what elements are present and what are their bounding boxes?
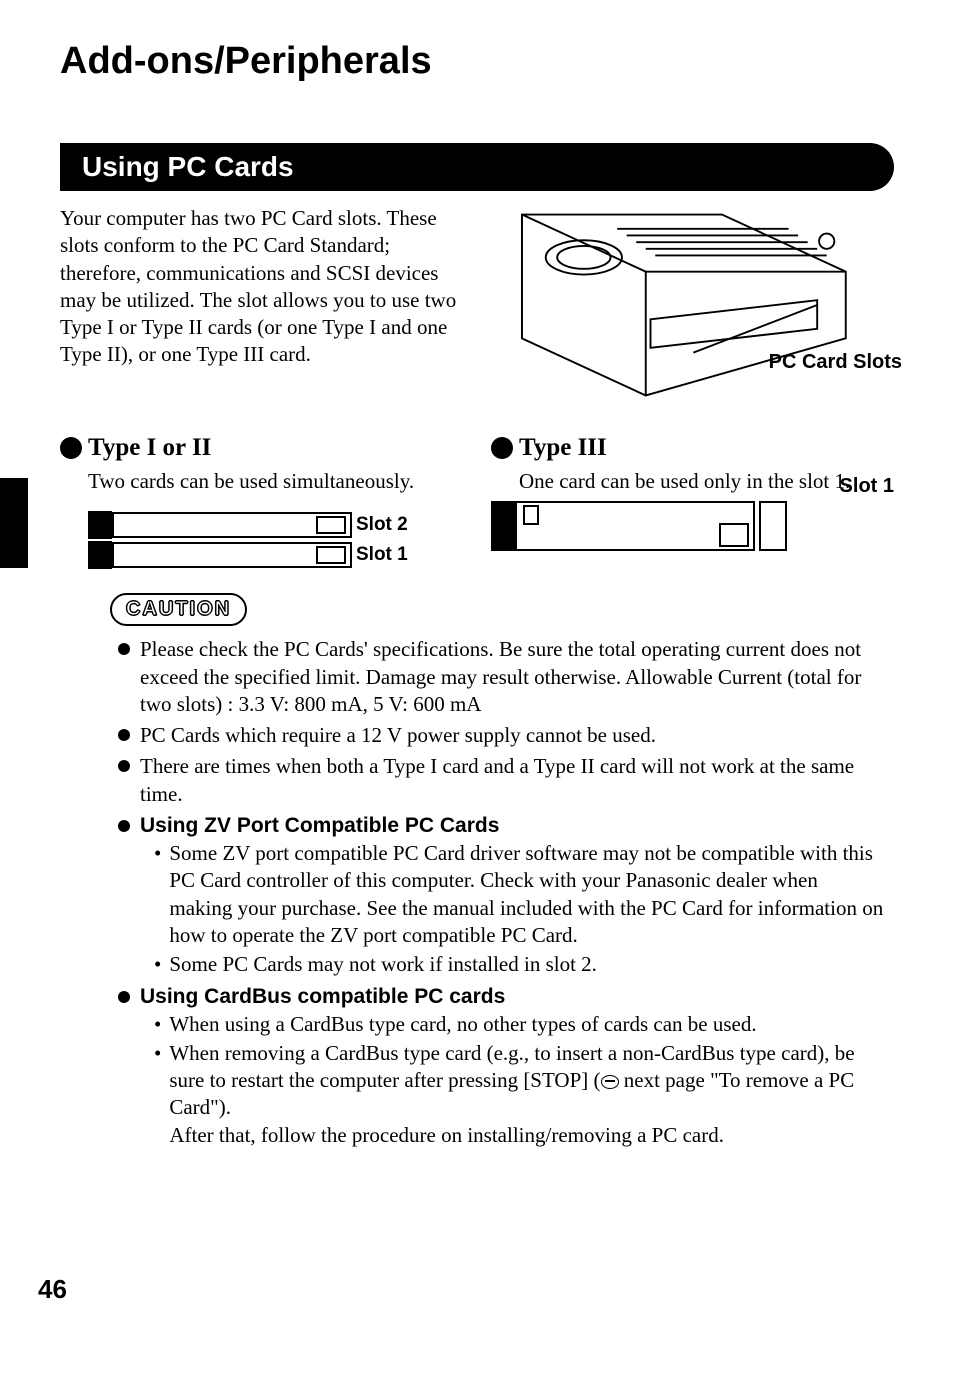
type-3-slot-1-label: Slot 1 <box>840 475 894 498</box>
bullet-dot-icon <box>491 437 513 459</box>
bullet-dot-icon <box>118 820 130 832</box>
type-3-body: One card can be used only in the slot 1. <box>519 468 894 495</box>
slot-end-icon <box>491 501 515 551</box>
type-3-column: Type III One card can be used only in th… <box>491 434 894 571</box>
pc-card-slots-callout: PC Card Slots <box>769 351 902 374</box>
laptop-svg <box>474 205 894 405</box>
pointer-icon <box>601 1075 619 1089</box>
cardbus-item-2: When removing a CardBus type card (e.g.,… <box>169 1040 886 1149</box>
sub-bullet-icon: • <box>154 1040 161 1149</box>
type-1-2-column: Type I or II Two cards can be used simul… <box>60 434 463 571</box>
intro-paragraph: Your computer has two PC Card slots. The… <box>60 205 460 410</box>
slot-end-icon <box>88 511 112 539</box>
caution-label: CAUTION <box>126 598 231 620</box>
type-1-2-heading: Type I or II <box>88 434 211 462</box>
page-number: 46 <box>38 1274 67 1305</box>
type-3-side-rect <box>759 501 787 551</box>
type-3-slot-diagram: Slot 1 <box>491 501 894 551</box>
section-header-text: Using PC Cards <box>82 151 294 182</box>
caution-item-1: Please check the PC Cards' specification… <box>140 636 886 718</box>
caution-item-3: There are times when both a Type I card … <box>140 753 886 808</box>
slot-2-rect <box>112 512 352 538</box>
zv-item-2: Some PC Cards may not work if installed … <box>169 951 597 978</box>
type-1-2-slot-diagram: Slot 2 Slot 1 <box>88 511 463 569</box>
slot-end-icon <box>88 541 112 569</box>
page-title: Add-ons/Peripherals <box>60 40 894 83</box>
zv-item-1: Some ZV port compatible PC Card driver s… <box>169 840 886 949</box>
type-3-heading: Type III <box>519 434 607 462</box>
slot-2-label: Slot 2 <box>356 514 408 536</box>
cardbus-item-1: When using a CardBus type card, no other… <box>169 1011 756 1038</box>
section-header-bar: Using PC Cards <box>60 143 894 191</box>
sub-bullet-icon: • <box>154 1011 161 1038</box>
sub-bullet-icon: • <box>154 840 161 949</box>
bullet-dot-icon <box>60 437 82 459</box>
sub-bullet-icon: • <box>154 951 161 978</box>
type-3-card-rect <box>515 501 755 551</box>
bullet-dot-icon <box>118 760 130 772</box>
caution-badge: CAUTION <box>110 593 247 626</box>
cardbus-heading: Using CardBus compatible PC cards <box>140 985 505 1009</box>
slot-1-label: Slot 1 <box>356 544 408 566</box>
bullet-dot-icon <box>118 643 130 655</box>
laptop-illustration: PC Card Slots <box>474 205 894 410</box>
bullet-dot-icon <box>118 991 130 1003</box>
side-tab <box>0 478 28 568</box>
slot-1-rect <box>112 542 352 568</box>
caution-list: Please check the PC Cards' specification… <box>118 636 886 1149</box>
type-1-2-body: Two cards can be used simultaneously. <box>88 468 463 495</box>
caution-item-2: PC Cards which require a 12 V power supp… <box>140 722 886 749</box>
bullet-dot-icon <box>118 729 130 741</box>
zv-heading: Using ZV Port Compatible PC Cards <box>140 814 499 838</box>
